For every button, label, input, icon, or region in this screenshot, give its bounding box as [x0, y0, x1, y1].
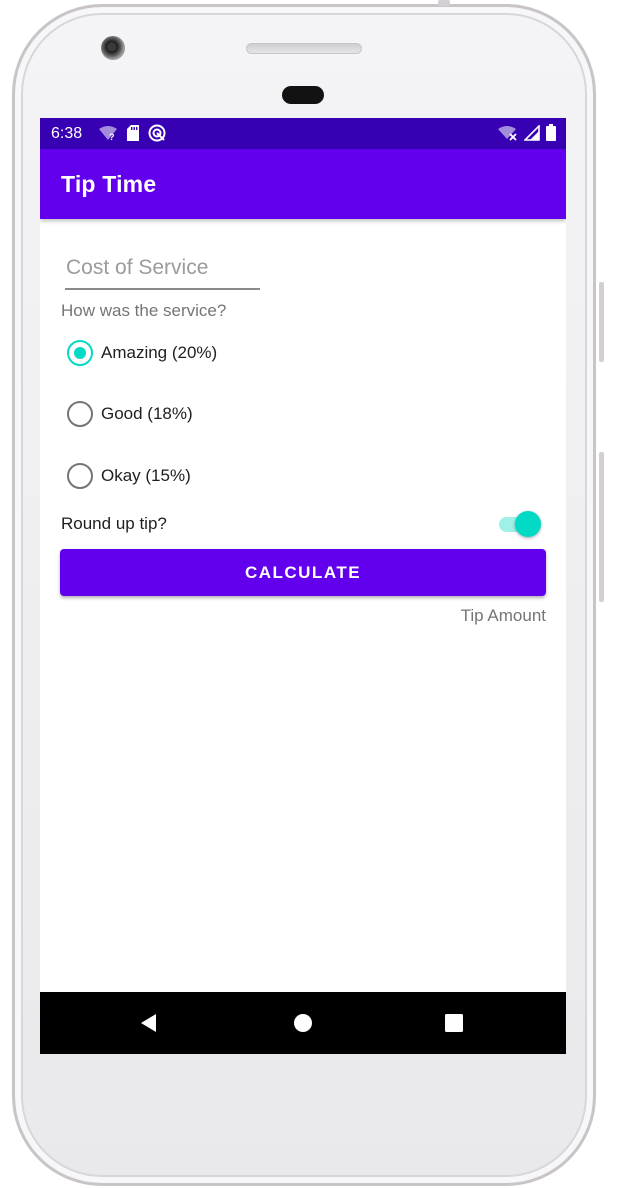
radio-good-circle[interactable] — [67, 401, 93, 427]
phone-top-button — [438, 0, 450, 6]
cell-signal-icon — [523, 123, 540, 146]
proximity-sensor — [282, 86, 324, 104]
radio-okay[interactable]: Okay (15%) — [67, 463, 191, 489]
calculate-button[interactable]: CALCULATE — [60, 549, 546, 596]
wifi-question-icon: ? — [98, 125, 118, 146]
radio-amazing[interactable]: Amazing (20%) — [67, 340, 217, 366]
phone-power-button — [599, 282, 604, 362]
home-icon[interactable] — [291, 1011, 315, 1035]
radio-okay-circle[interactable] — [67, 463, 93, 489]
cost-of-service-input[interactable] — [65, 256, 260, 280]
cost-of-service-field[interactable] — [65, 256, 260, 290]
svg-text:?: ? — [109, 132, 115, 141]
radio-okay-label: Okay (15%) — [101, 466, 191, 485]
wifi-off-icon — [498, 125, 518, 146]
front-camera — [101, 36, 125, 60]
app-title: Tip Time — [61, 171, 157, 197]
switch-thumb[interactable] — [515, 511, 541, 537]
round-up-switch[interactable] — [499, 511, 543, 537]
status-time: 6:38 — [51, 125, 83, 142]
round-up-label: Round up tip? — [61, 514, 167, 533]
sd-card-icon — [127, 125, 139, 146]
radio-amazing-circle[interactable] — [67, 340, 93, 366]
app-bar: Tip Time — [40, 149, 566, 219]
status-bar: 6:38 ? — [40, 118, 566, 149]
battery-icon — [546, 124, 556, 146]
radio-good[interactable]: Good (18%) — [67, 401, 193, 427]
sync-icon — [148, 124, 166, 147]
earpiece-speaker — [246, 43, 362, 54]
recents-icon[interactable] — [442, 1011, 466, 1035]
radio-amazing-label: Amazing (20%) — [101, 343, 218, 362]
radio-good-label: Good (18%) — [101, 404, 193, 423]
phone-volume-button — [599, 452, 604, 602]
service-question: How was the service? — [61, 301, 227, 320]
phone-screen: 6:38 ? Tip Time Cost of Service How was … — [40, 118, 566, 1054]
tip-amount-text: Tip Amount — [460, 606, 546, 625]
back-icon[interactable] — [137, 1011, 161, 1035]
navigation-bar — [40, 992, 566, 1054]
